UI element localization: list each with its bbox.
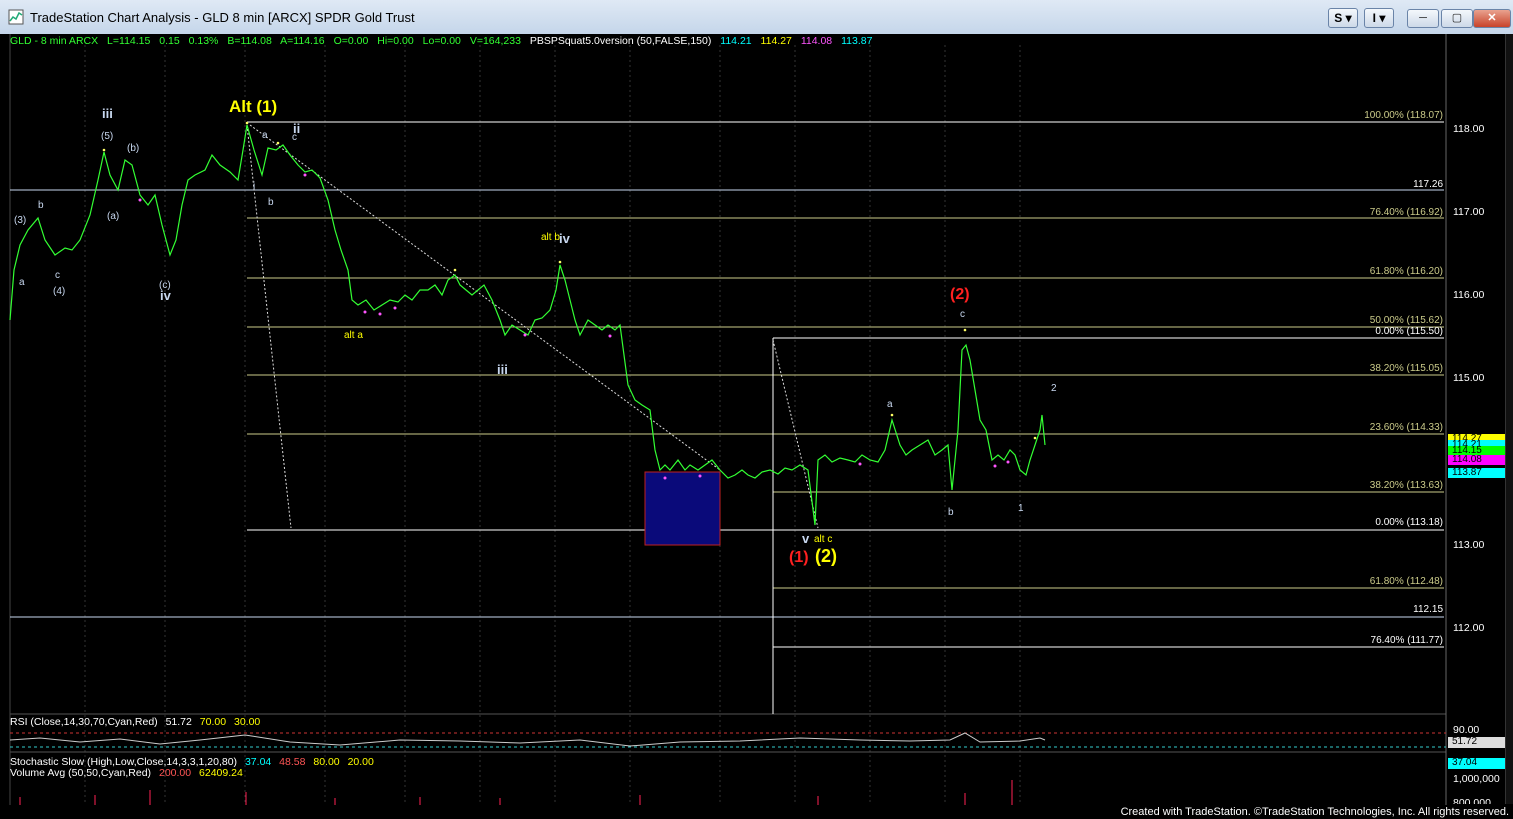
indicator-value-1: 114.21 [720,35,752,47]
volume-v2: 62409.24 [199,767,243,779]
wave-label: c [960,309,965,320]
low-value: Lo=0.00 [422,35,461,47]
chart-grid [84,45,1021,805]
wave-label: c [55,270,60,281]
wave-label: alt c [814,534,833,545]
signal-dots-yellow [102,121,1037,440]
volume-axis-tick-2: 800,000 [1453,797,1491,804]
wave-label: iii [102,106,113,121]
price-tick: 113.00 [1453,539,1485,551]
wave-label-alt1: Alt (1) [229,97,278,116]
credit-text: Created with TradeStation. ©TradeStation… [1120,806,1509,818]
indicator-value-2: 114.27 [760,35,792,47]
wave-label: (b) [127,143,140,154]
fib-label: 76.40% (116.92) [1369,207,1443,218]
rsi-upper: 70.00 [199,716,227,728]
price-box: 113.87 [1448,468,1506,478]
wave-label: a [19,277,25,288]
change-value: 0.15 [159,35,180,47]
price-tick: 117.00 [1453,206,1485,218]
fib-label: 61.80% (112.48) [1369,576,1443,587]
rsi-value: 51.72 [165,716,192,728]
wave-label: alt a [344,330,363,341]
wave-label: (3) [14,215,27,226]
wave-label: alt b [541,232,560,243]
fib-label: 0.00% (113.18) [1375,517,1443,528]
rsi-label-row: RSI (Close,14,30,70,Cyan,Red) 51.72 70.0… [10,716,265,728]
indicator-value-3: 114.08 [800,35,833,47]
volume-value: V=164,233 [469,35,521,47]
vertical-scrollbar[interactable] [1505,34,1513,804]
volume-axis-tick: 1,000,000 [1453,773,1500,785]
fib-label: 23.60% (114.33) [1369,422,1443,433]
change-percent: 0.13% [188,35,219,47]
last-price: L=114.15 [107,35,151,47]
price-tick: 116.00 [1453,289,1485,301]
open-value: O=0.00 [333,35,369,47]
wave-label: iv [160,288,171,303]
fib-label: 61.80% (116.20) [1369,266,1443,277]
stoch-lower: 20.00 [347,756,374,768]
volume-label: Volume Avg (50,50,Cyan,Red) [10,767,152,779]
high-value: Hi=0.00 [377,35,414,47]
volume-v1: 200.00 [158,767,192,779]
stoch-d: 48.58 [279,756,306,768]
indicator-value-4: 113.87 [841,35,873,47]
wave-label: 1 [1018,503,1024,514]
rsi-value-box: 51.72 [1448,737,1506,748]
price-tick: 118.00 [1453,123,1485,135]
rsi-axis-tick: 90.00 [1453,724,1480,736]
fib-label: 38.20% (115.05) [1369,363,1443,374]
chart-info-line: GLD - 8 min ARCX L=114.15 0.15 0.13% B=1… [10,35,878,47]
wave-label-red-1: (1) [789,549,809,566]
wave-label-red-2: (2) [950,286,970,303]
fib-label: 117.26 [1413,179,1443,190]
fib-label: 0.00% (115.50) [1375,326,1443,337]
volume-label-row: Volume Avg (50,50,Cyan,Red) 200.00 62409… [10,767,248,779]
wave-label: b [948,507,954,518]
bid-value: B=114.08 [227,35,272,47]
volume-bars [19,780,1013,805]
wave-label: b [268,197,274,208]
wave-label: a [262,130,268,141]
wave-label: (5) [101,131,114,142]
stoch-upper: 80.00 [313,756,340,768]
wave-label: iii [497,362,508,377]
price-chart [9,34,1447,805]
wave-label: b [38,200,44,211]
wave-label: i [253,181,256,192]
rsi-line [9,732,1046,747]
fib-lines [10,121,1444,714]
price-box: 114.08 [1448,455,1506,465]
fib-label: 100.00% (118.07) [1364,110,1443,121]
wave-label: (a) [107,211,120,222]
wave-label: (4) [53,286,66,297]
price-tick: 115.00 [1453,372,1485,384]
stoch-k: 37.04 [244,756,272,768]
wave-label: a [887,399,893,410]
rsi-label: RSI (Close,14,30,70,Cyan,Red) [10,716,158,728]
indicator-label: PBSPSquat5.0version (50,FALSE,150) [529,35,712,47]
wave-label: v [802,531,810,546]
fib-label: 50.00% (115.62) [1369,315,1443,326]
wave-label: 2 [1051,383,1057,394]
fib-label: 38.20% (113.63) [1369,480,1443,491]
target-box [644,471,721,546]
rsi-lower: 30.00 [233,716,261,728]
fib-label: 76.40% (111.77) [1370,635,1443,646]
wave-label: c [292,132,297,143]
symbol-label: GLD - 8 min ARCX [10,35,99,47]
wave-label-yellow-2: (2) [815,546,837,566]
price-tick: 112.00 [1453,622,1485,634]
wave-label: iv [559,231,570,246]
fib-label: 112.15 [1413,604,1443,615]
stoch-value-box: 37.04 [1448,758,1506,769]
ask-value: A=114.16 [280,35,325,47]
